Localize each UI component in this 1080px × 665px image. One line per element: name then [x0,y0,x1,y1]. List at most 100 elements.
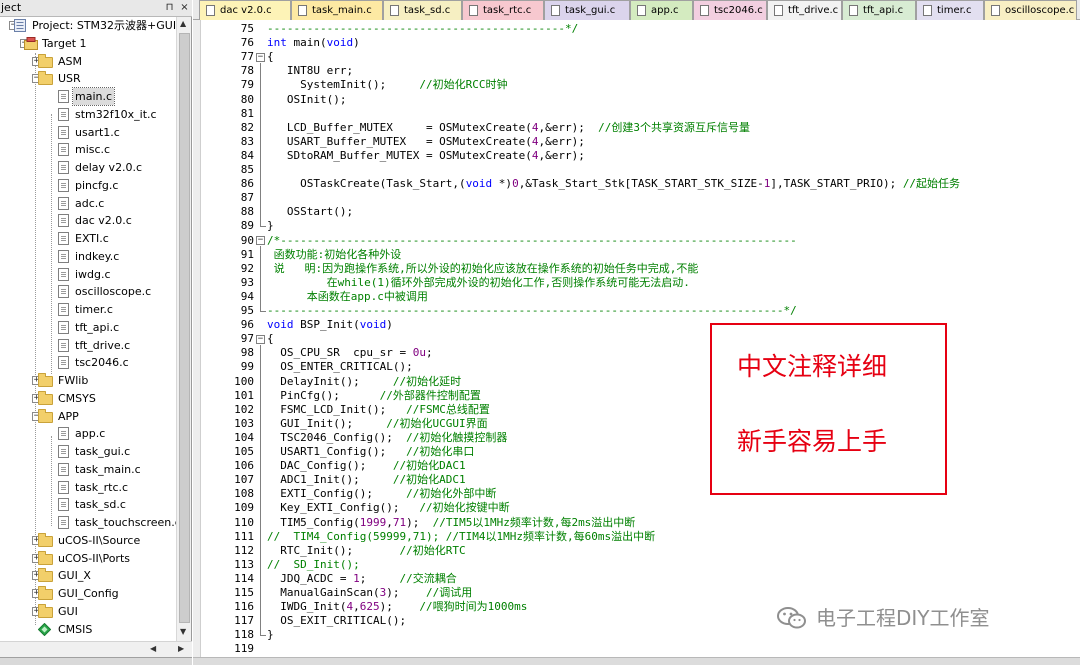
code-line[interactable]: /*--------------------------------------… [267,234,797,248]
code-line[interactable]: OSTaskCreate(Task_Start,(void *)0,&Task_… [267,177,960,191]
fold-toggle-icon[interactable]: − [256,334,265,344]
tree-file-item[interactable]: tft_api.c [0,319,176,336]
scroll-right-arrow-icon[interactable]: ▶ [178,644,184,653]
code-line[interactable]: USART_Buffer_MUTEX = OSMutexCreate(4,&er… [267,135,585,149]
code-line[interactable]: RTC_Init(); //初始化RTC [267,544,465,558]
tree-folder-item[interactable]: − USR [0,70,176,87]
tree-file-item[interactable]: indkey.c [0,248,176,265]
code-line[interactable]: void BSP_Init(void) [267,318,393,332]
tab-timer-c[interactable]: timer.c [916,0,984,20]
scrollbar-thumb[interactable] [179,33,190,623]
scroll-down-arrow-icon[interactable]: ▼ [180,627,186,636]
tree-file-item[interactable]: task_rtc.c [0,479,176,496]
code-area[interactable]: ----------------------------------------… [267,20,1080,665]
code-line[interactable]: ----------------------------------------… [267,304,797,318]
tree-file-item[interactable]: EXTI.c [0,230,176,247]
code-line[interactable]: OSStart(); [267,205,353,219]
code-line[interactable]: JDQ_ACDC = 1; //交流耦合 [267,572,456,586]
tree-folder-item[interactable]: + uCOS-II\Ports [0,550,176,567]
code-line[interactable]: EXTI_Config(); //初始化外部中断 [267,487,496,501]
code-line[interactable]: TIM5_Config(1999,71); //TIM5以1MHz频率计数,每2… [267,516,635,530]
code-line[interactable]: PinCfg(); //外部器件控制配置 [267,389,481,403]
tab-dac-v2-0-c[interactable]: dac v2.0.c [199,0,291,20]
tree-file-item[interactable]: pincfg.c [0,177,176,194]
code-line[interactable]: 函数功能:初始化各种外设 [267,248,402,262]
code-line[interactable]: TSC2046_Config(); //初始化触摸控制器 [267,431,507,445]
code-line[interactable]: IWDG_Init(4,625); //喂狗时间为1000ms [267,600,527,614]
tree-file-item[interactable]: task_main.c [0,461,176,478]
code-line[interactable]: SystemInit(); //初始化RCC时钟 [267,78,507,92]
tree-file-item[interactable]: delay v2.0.c [0,159,176,176]
code-line[interactable]: DAC_Config(); //初始化DAC1 [267,459,465,473]
code-line[interactable]: // TIM4_Config(59999,71); //TIM4以1MHz频率计… [267,530,655,544]
tree-file-item[interactable]: misc.c [0,141,176,158]
code-line[interactable]: 在while(1)循环外部完成外设的初始化工作,否则操作系统可能无法启动. [267,276,690,290]
code-line[interactable]: SDtoRAM_Buffer_MUTEX = OSMutexCreate(4,&… [267,149,585,163]
code-line[interactable]: // SD_Init(); [267,558,360,572]
code-line[interactable]: LCD_Buffer_MUTEX = OSMutexCreate(4,&err)… [267,121,750,135]
tree-file-item[interactable]: tft_drive.c [0,337,176,354]
code-line[interactable]: GUI_Init(); //初始化UCGUI界面 [267,417,487,431]
code-line[interactable]: ----------------------------------------… [267,22,578,36]
code-line[interactable]: OS_CPU_SR cpu_sr = 0u; [267,346,432,360]
tree-project-item[interactable]: − Project: STM32示波器+GUI [0,17,176,34]
tab-task-sd-c[interactable]: task_sd.c [383,0,462,20]
code-line[interactable]: DelayInit(); //初始化延时 [267,375,461,389]
tree-file-item[interactable]: app.c [0,425,176,442]
code-line[interactable]: 说 明:因为跑操作系统,所以外设的初始化应该放在操作系统的初始任务中完成,不能 [267,262,699,276]
code-line[interactable]: } [267,628,274,642]
code-line[interactable]: Key_EXTI_Config(); //初始化按键中断 [267,501,509,515]
code-line[interactable]: { [267,50,274,64]
tree-folder-item[interactable]: + CMSYS [0,390,176,407]
fold-toggle-icon[interactable]: − [256,52,265,62]
tree-file-item[interactable]: stm32f10x_it.c [0,106,176,123]
tree-file-item[interactable]: oscilloscope.c [0,283,176,300]
tree-file-item[interactable]: adc.c [0,195,176,212]
code-line[interactable]: { [267,332,274,346]
scroll-up-arrow-icon[interactable]: ▲ [180,19,186,28]
tree-file-item[interactable]: tsc2046.c [0,354,176,371]
close-icon[interactable]: × [179,2,190,14]
tab-task-main-c[interactable]: task_main.c [291,0,383,20]
tree-folder-item[interactable]: + GUI [0,603,176,620]
code-line[interactable]: } [267,219,274,233]
tree-file-item[interactable]: dac v2.0.c [0,212,176,229]
tab-task-gui-c[interactable]: task_gui.c [544,0,630,20]
tree-file-item[interactable]: main.c [0,87,176,106]
tree-folder-item[interactable]: + GUI_X [0,567,176,584]
tree-file-item[interactable]: timer.c [0,301,176,318]
code-line[interactable]: int main(void) [267,36,360,50]
project-vertical-scrollbar[interactable]: ▲ ▼ [176,17,191,641]
code-line[interactable]: OSInit(); [267,93,347,107]
tab-task-rtc-c[interactable]: task_rtc.c [462,0,544,20]
code-line[interactable]: ManualGainScan(3); //调试用 [267,586,472,600]
code-line[interactable]: OS_EXIT_CRITICAL(); [267,614,406,628]
tree-gem-item[interactable]: CMSIS [0,621,176,638]
tree-folder-item[interactable]: + GUI_Config [0,585,176,602]
tree-target-item[interactable]: −Target 1 [0,35,176,52]
tab-tft-drive-c[interactable]: tft_drive.c [767,0,842,20]
tree-folder-item[interactable]: + uCOS-II\Source [0,532,176,549]
tree-folder-item[interactable]: − APP [0,408,176,425]
code-line[interactable]: INT8U err; [267,64,353,78]
scroll-left-arrow-icon[interactable]: ◀ [150,644,156,653]
tree-file-item[interactable]: task_touchscreen.c [0,514,176,531]
project-horizontal-scrollbar[interactable]: ◀ ▶ [0,641,192,657]
tree-file-item[interactable]: iwdg.c [0,266,176,283]
code-line[interactable]: ADC1_Init(); //初始化ADC1 [267,473,465,487]
pin-icon[interactable]: ⊓ [164,2,175,14]
tree-folder-item[interactable]: + ASM [0,53,176,70]
tree-file-item[interactable]: task_gui.c [0,443,176,460]
tab-tft-api-c[interactable]: tft_api.c [842,0,916,20]
code-line[interactable]: FSMC_LCD_Init(); //FSMC总线配置 [267,403,490,417]
tab-tsc2046-c[interactable]: tsc2046.c [693,0,767,20]
tab-oscilloscope-c[interactable]: oscilloscope.c [984,0,1077,20]
tree-folder-item[interactable]: + FWlib [0,372,176,389]
code-line[interactable]: OS_ENTER_CRITICAL(); [267,360,412,374]
tab-app-c[interactable]: app.c [630,0,693,20]
code-line[interactable]: USART1_Config(); //初始化串口 [267,445,474,459]
code-line[interactable]: 本函数在app.c中被调用 [267,290,428,304]
tree-file-item[interactable]: usart1.c [0,124,176,141]
fold-toggle-icon[interactable]: − [256,236,265,245]
tree-file-item[interactable]: task_sd.c [0,496,176,513]
